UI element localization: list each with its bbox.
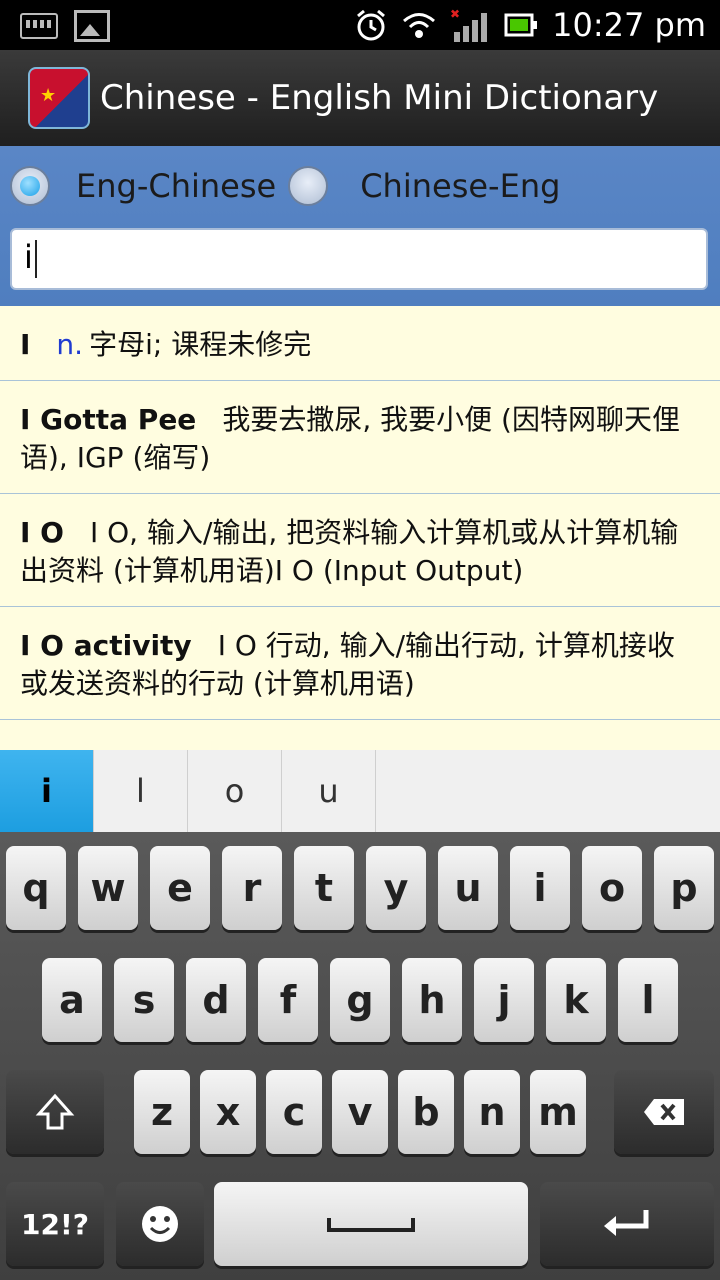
key-j[interactable]: j — [474, 958, 534, 1042]
shift-key[interactable] — [6, 1070, 104, 1154]
text-caret — [34, 240, 37, 278]
status-bar: ✖ 10:27 pm — [0, 0, 720, 50]
app-flag-icon — [28, 67, 90, 129]
result-word: I — [20, 328, 31, 361]
alarm-icon — [357, 9, 386, 41]
app-title: Chinese - English Mini Dictionary — [100, 78, 659, 118]
search-input[interactable]: i — [10, 228, 708, 290]
soft-keyboard: q w e r t y u i o p a s d f g h j k l z … — [0, 832, 720, 1280]
svg-text:✖: ✖ — [450, 8, 460, 21]
result-word: I Gotta Pee — [20, 403, 197, 436]
smiley-icon — [142, 1206, 178, 1242]
result-pos: n. — [56, 328, 84, 361]
mode-selector-bar: Eng-Chinese Chinese-Eng i — [0, 146, 720, 306]
status-time: 10:27 pm — [552, 6, 706, 44]
suggestion-item[interactable]: i — [0, 750, 94, 832]
image-notification-icon — [74, 10, 110, 42]
key-z[interactable]: z — [134, 1070, 190, 1154]
wifi-icon — [403, 13, 436, 38]
search-input-text: i — [24, 238, 33, 276]
signal-icon: ✖ — [450, 8, 488, 42]
key-h[interactable]: h — [402, 958, 462, 1042]
space-key[interactable] — [214, 1182, 528, 1266]
key-q[interactable]: q — [6, 846, 66, 930]
result-word: I O activity — [20, 629, 192, 662]
result-word: I O — [20, 516, 64, 549]
suggestion-item[interactable]: o — [188, 750, 282, 832]
radio-label-eng-chinese[interactable]: Eng-Chinese — [76, 167, 276, 205]
key-u[interactable]: u — [438, 846, 498, 930]
suggestion-item[interactable]: l — [94, 750, 188, 832]
result-definition: 字母i; 课程未修完 — [89, 328, 312, 361]
list-item[interactable]: I O activity I O 行动, 输入/输出行动, 计算机接收或发送资料的… — [0, 607, 720, 720]
key-s[interactable]: s — [114, 958, 174, 1042]
key-r[interactable]: r — [222, 846, 282, 930]
title-bar: Chinese - English Mini Dictionary — [0, 50, 720, 146]
keyboard-notification-icon — [20, 13, 58, 39]
list-item[interactable]: I OI O, 输入/输出, 把资料输入计算机或从计算机输出资料 (计算机用语)… — [0, 494, 720, 607]
key-v[interactable]: v — [332, 1070, 388, 1154]
key-k[interactable]: k — [546, 958, 606, 1042]
key-w[interactable]: w — [78, 846, 138, 930]
suggestion-strip: i l o u — [0, 750, 720, 833]
radio-label-chinese-eng[interactable]: Chinese-Eng — [360, 167, 560, 205]
key-f[interactable]: f — [258, 958, 318, 1042]
key-n[interactable]: n — [464, 1070, 520, 1154]
space-icon — [327, 1218, 415, 1232]
radio-eng-chinese[interactable] — [10, 166, 50, 206]
radio-chinese-eng[interactable] — [288, 166, 329, 206]
key-l[interactable]: l — [618, 958, 678, 1042]
shift-icon — [35, 1093, 75, 1130]
backspace-icon — [644, 1099, 684, 1125]
enter-icon — [604, 1210, 649, 1236]
enter-key[interactable] — [540, 1182, 714, 1266]
result-definition: I O, 输入/输出, 把资料输入计算机或从计算机输出资料 (计算机用语)I O… — [20, 516, 679, 587]
key-i[interactable]: i — [510, 846, 570, 930]
battery-icon — [504, 13, 538, 37]
list-item[interactable]: In. 字母i; 课程未修完 — [0, 306, 720, 381]
backspace-key[interactable] — [614, 1070, 714, 1154]
key-c[interactable]: c — [266, 1070, 322, 1154]
key-t[interactable]: t — [294, 846, 354, 930]
key-g[interactable]: g — [330, 958, 390, 1042]
key-b[interactable]: b — [398, 1070, 454, 1154]
key-o[interactable]: o — [582, 846, 642, 930]
key-x[interactable]: x — [200, 1070, 256, 1154]
key-p[interactable]: p — [654, 846, 714, 930]
key-a[interactable]: a — [42, 958, 102, 1042]
symbols-key[interactable]: 12!? — [6, 1182, 104, 1266]
emoji-key[interactable] — [116, 1182, 204, 1266]
key-e[interactable]: e — [150, 846, 210, 930]
key-m[interactable]: m — [530, 1070, 586, 1154]
list-item[interactable]: I Gotta Pee 我要去撒尿, 我要小便 (因特网聊天俚语), IGP (缩… — [0, 381, 720, 494]
results-list: In. 字母i; 课程未修完 I Gotta Pee 我要去撒尿, 我要小便 (因特… — [0, 306, 720, 750]
key-y[interactable]: y — [366, 846, 426, 930]
key-d[interactable]: d — [186, 958, 246, 1042]
suggestion-item[interactable]: u — [282, 750, 376, 832]
